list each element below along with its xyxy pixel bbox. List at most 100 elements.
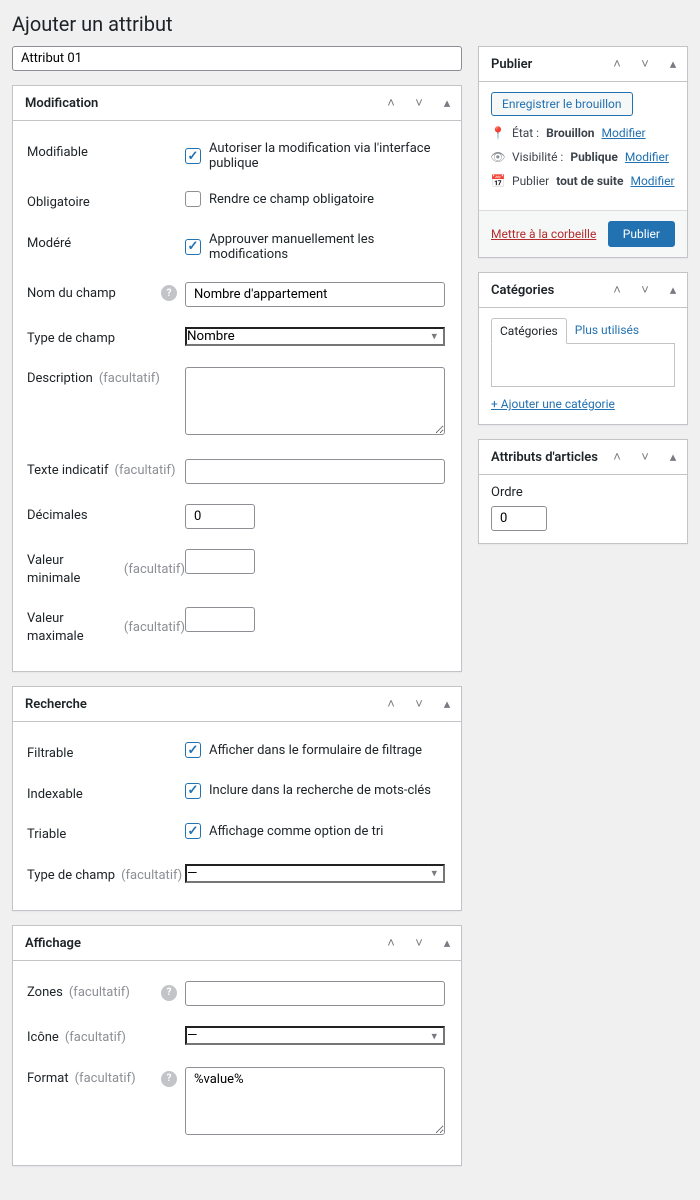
input-texte-indicatif[interactable] xyxy=(185,459,445,484)
panel-title: Attributs d'articles xyxy=(491,450,603,465)
textarea-format[interactable]: %value% xyxy=(185,1067,445,1135)
input-ordre[interactable] xyxy=(491,506,547,531)
label-valeur-max: Valeur maximale xyxy=(27,610,118,645)
help-icon[interactable]: ? xyxy=(161,285,177,301)
label-format: Format xyxy=(27,1070,69,1088)
tab-plus-utilises[interactable]: Plus utilisés xyxy=(567,318,647,344)
chevron-down-icon[interactable]: ˅ xyxy=(631,47,659,81)
chevron-up-icon[interactable]: ▴ xyxy=(433,86,461,120)
panel-title: Modification xyxy=(25,96,377,111)
trash-link[interactable]: Mettre à la corbeille xyxy=(491,227,596,241)
chevron-up-icon[interactable]: ▴ xyxy=(659,47,687,81)
input-nom-champ[interactable] xyxy=(185,282,445,307)
help-icon[interactable]: ? xyxy=(161,985,177,1001)
checkbox-modifiable[interactable] xyxy=(185,148,201,164)
input-zones[interactable] xyxy=(185,981,445,1006)
checkbox-indexable[interactable] xyxy=(185,783,201,799)
chevron-up-icon[interactable]: ˄ xyxy=(377,687,405,721)
label-opt: (facultatif) xyxy=(115,462,176,480)
label-filtrable: Filtrable xyxy=(27,745,73,763)
chevron-down-icon[interactable]: ˅ xyxy=(405,86,433,120)
label-opt: (facultatif) xyxy=(75,1070,136,1088)
input-valeur-min[interactable] xyxy=(185,549,255,574)
calendar-icon: 📅 xyxy=(491,174,505,188)
chevron-down-icon[interactable]: ˅ xyxy=(405,687,433,721)
publish-button[interactable]: Publier xyxy=(608,221,675,247)
visibilite-value: Publique xyxy=(570,150,618,164)
panel-title: Publier xyxy=(491,57,603,72)
pin-icon: 📍 xyxy=(491,126,505,140)
label-texte-indicatif: Texte indicatif xyxy=(27,462,109,480)
chevron-up-icon[interactable]: ▴ xyxy=(659,440,687,474)
visibilite-label: Visibilité : xyxy=(512,150,563,164)
label-obligatoire: Obligatoire xyxy=(27,194,90,212)
chevron-up-icon[interactable]: ˄ xyxy=(603,273,631,307)
label-opt: (facultatif) xyxy=(124,561,185,579)
checkbox-text: Rendre ce champ obligatoire xyxy=(209,192,374,207)
label-modere: Modéré xyxy=(27,235,71,253)
label-icone: Icône xyxy=(27,1029,59,1047)
save-draft-button[interactable]: Enregistrer le brouillon xyxy=(491,92,633,116)
input-decimales[interactable] xyxy=(185,504,255,529)
chevron-down-icon[interactable]: ˅ xyxy=(405,926,433,960)
label-triable: Triable xyxy=(27,826,66,844)
label-valeur-min: Valeur minimale xyxy=(27,552,118,587)
page-title: Ajouter un attribut xyxy=(12,12,688,36)
title-input[interactable] xyxy=(12,46,462,71)
panel-publier: Publier ˄ ˅ ▴ Enregistrer le brouillon 📍… xyxy=(478,46,688,258)
checkbox-text: Inclure dans la recherche de mots-clés xyxy=(209,783,431,798)
label-nom-champ: Nom du champ xyxy=(27,285,116,303)
etat-value: Brouillon xyxy=(546,126,594,140)
label-indexable: Indexable xyxy=(27,786,83,804)
label-opt: (facultatif) xyxy=(121,867,182,885)
checkbox-filtrable[interactable] xyxy=(185,742,201,758)
select-type-champ-recherche[interactable] xyxy=(185,864,445,883)
eye-icon: 👁 xyxy=(491,150,505,164)
chevron-up-icon[interactable]: ▴ xyxy=(659,273,687,307)
chevron-up-icon[interactable]: ▴ xyxy=(433,926,461,960)
checkbox-text: Afficher dans le formulaire de filtrage xyxy=(209,743,422,758)
categories-list[interactable] xyxy=(491,343,675,387)
textarea-description[interactable] xyxy=(185,367,445,435)
label-opt: (facultatif) xyxy=(69,984,130,1002)
chevron-down-icon[interactable]: ˅ xyxy=(631,440,659,474)
label-description: Description xyxy=(27,370,93,388)
help-icon[interactable]: ? xyxy=(161,1071,177,1087)
label-modifiable: Modifiable xyxy=(27,144,88,162)
quand-label: Publier xyxy=(512,174,549,188)
panel-modification: Modification ˄ ˅ ▴ Modifiable Autoriser … xyxy=(12,85,462,672)
chevron-up-icon[interactable]: ˄ xyxy=(377,926,405,960)
checkbox-text: Affichage comme option de tri xyxy=(209,824,383,839)
chevron-up-icon[interactable]: ˄ xyxy=(603,47,631,81)
chevron-down-icon[interactable]: ˅ xyxy=(631,273,659,307)
checkbox-modere[interactable] xyxy=(185,239,201,255)
quand-modify-link[interactable]: Modifier xyxy=(630,174,674,188)
checkbox-obligatoire[interactable] xyxy=(185,191,201,207)
chevron-up-icon[interactable]: ˄ xyxy=(603,440,631,474)
add-category-link[interactable]: + Ajouter une catégorie xyxy=(491,397,615,411)
select-icone[interactable] xyxy=(185,1026,445,1045)
tab-categories[interactable]: Catégories xyxy=(491,318,567,344)
panel-affichage: Affichage ˄ ˅ ▴ Zones (facultatif)? Icôn… xyxy=(12,925,462,1166)
panel-categories: Catégories ˄ ˅ ▴ Catégories Plus utilisé… xyxy=(478,272,688,425)
visibilite-modify-link[interactable]: Modifier xyxy=(625,150,669,164)
panel-title: Recherche xyxy=(25,697,377,712)
panel-attributs-articles: Attributs d'articles ˄ ˅ ▴ Ordre xyxy=(478,439,688,544)
chevron-up-icon[interactable]: ˄ xyxy=(377,86,405,120)
checkbox-triable[interactable] xyxy=(185,823,201,839)
label-type-champ: Type de champ xyxy=(27,867,115,885)
label-zones: Zones xyxy=(27,984,63,1002)
label-opt: (facultatif) xyxy=(65,1029,126,1047)
checkbox-text: Approuver manuellement les modifications xyxy=(209,232,447,262)
checkbox-text: Autoriser la modification via l'interfac… xyxy=(209,141,447,171)
label-opt: (facultatif) xyxy=(99,370,160,388)
label-type-champ: Type de champ xyxy=(27,330,115,348)
chevron-up-icon[interactable]: ▴ xyxy=(433,687,461,721)
panel-title: Catégories xyxy=(491,283,603,298)
input-valeur-max[interactable] xyxy=(185,607,255,632)
label-decimales: Décimales xyxy=(27,507,88,525)
ordre-label: Ordre xyxy=(491,485,675,500)
select-type-champ[interactable] xyxy=(185,327,445,346)
label-opt: (facultatif) xyxy=(124,619,185,637)
etat-modify-link[interactable]: Modifier xyxy=(602,126,646,140)
